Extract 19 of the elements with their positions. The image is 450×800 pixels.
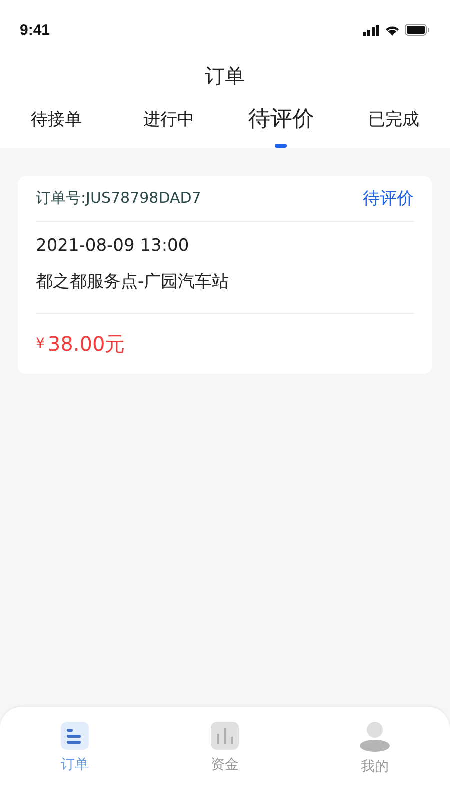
order-card[interactable]: 订单号:JUS78798DAD7 待评价 2021-08-09 13:00 都之都服务点-广园汽车站 ¥38.00元 (18, 176, 432, 374)
order-tab[interactable]: 进行中 (112, 96, 225, 148)
order-tab[interactable]: 已完成 (338, 96, 450, 148)
order-number: 订单号:JUS78798DAD7 (36, 189, 202, 208)
user-icon (360, 722, 390, 752)
page-title: 订单 (204, 63, 246, 90)
currency-symbol: ¥ (36, 336, 45, 352)
order-tab[interactable]: 待评价 (225, 96, 338, 148)
list-icon (61, 722, 89, 750)
battery-icon (405, 24, 430, 36)
order-status: 待评价 (363, 188, 414, 210)
order-tab[interactable]: 待接单 (0, 96, 112, 148)
order-amount: 38.00元 (48, 330, 126, 358)
signal-icon (363, 24, 380, 36)
wifi-icon (385, 24, 400, 36)
status-time: 9:41 (20, 22, 50, 38)
bar-chart-icon (211, 722, 239, 750)
order-datetime: 2021-08-09 13:00 (36, 236, 190, 256)
order-route: 都之都服务点-广园汽车站 (36, 271, 230, 293)
